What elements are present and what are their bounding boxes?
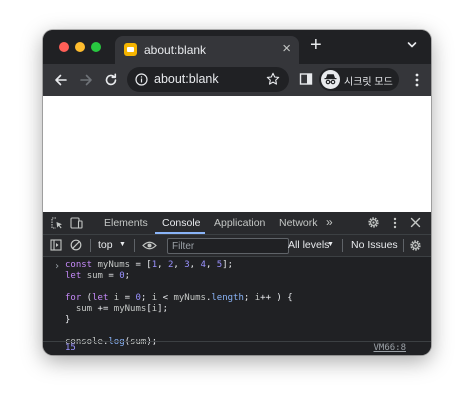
forward-arrow-icon[interactable] <box>78 72 94 88</box>
console-output[interactable]: › const myNums = [1, 2, 3, 4, 5]; let sum… <box>43 257 431 355</box>
tab-console[interactable]: Console <box>162 217 201 229</box>
code-line: } <box>65 315 71 325</box>
toolbar-divider <box>90 239 91 252</box>
clear-console-icon[interactable] <box>70 239 82 251</box>
minimize-window-button[interactable] <box>75 42 85 52</box>
issues-button[interactable]: No Issues <box>351 239 398 251</box>
side-panel-icon[interactable] <box>299 72 313 86</box>
tab-network[interactable]: Network <box>279 217 318 229</box>
incognito-icon <box>321 70 340 89</box>
browser-tab[interactable]: about:blank × <box>115 36 299 64</box>
new-tab-button[interactable]: + <box>310 35 322 55</box>
levels-dropdown-arrow-icon[interactable]: ▼ <box>327 241 334 248</box>
sidebar-toggle-icon[interactable] <box>50 239 62 251</box>
address-bar[interactable]: about:blank <box>127 67 289 92</box>
context-dropdown-arrow-icon[interactable]: ▼ <box>119 241 126 248</box>
devtools-tab-bar: Elements Console Application Network » <box>43 212 431 235</box>
source-link[interactable]: VM66:8 <box>373 343 406 353</box>
page-viewport[interactable] <box>43 96 431 212</box>
address-text: about:blank <box>154 72 219 86</box>
tab-favicon-icon <box>124 43 137 56</box>
tab-elements[interactable]: Elements <box>104 217 148 229</box>
code-line: const myNums = [1, 2, 3, 4, 5]; <box>65 260 234 270</box>
active-tab-indicator <box>155 232 205 234</box>
code-line: sum += myNums[i]; <box>75 304 168 314</box>
reload-icon[interactable] <box>103 72 119 88</box>
toolbar-divider <box>403 239 404 252</box>
tab-title: about:blank <box>144 43 207 57</box>
close-window-button[interactable] <box>59 42 69 52</box>
more-tabs-button[interactable]: » <box>326 215 333 229</box>
code-line: console.log(sum); <box>65 337 158 347</box>
result-divider <box>43 341 431 342</box>
filter-input[interactable] <box>167 238 289 254</box>
incognito-label: 시크릿 모드 <box>344 77 393 88</box>
chevron-down-icon[interactable] <box>407 40 417 50</box>
log-levels-dropdown[interactable]: All levels <box>288 239 329 251</box>
tab-strip: about:blank × + <box>43 30 431 64</box>
zoom-window-button[interactable] <box>91 42 101 52</box>
eye-icon[interactable] <box>142 240 157 251</box>
incognito-button[interactable]: 시크릿 모드 <box>319 68 399 91</box>
console-toolbar: top ▼ All levels ▼ No Issues <box>43 235 431 257</box>
toolbar-divider <box>134 239 135 252</box>
device-toolbar-icon[interactable] <box>70 217 83 229</box>
inspect-element-icon[interactable] <box>51 217 63 229</box>
devtools-menu-icon[interactable] <box>393 217 397 229</box>
browser-window: about:blank × + about:blank 시크릿 모드 Eleme… <box>43 30 431 355</box>
info-icon[interactable] <box>135 73 148 86</box>
tab-close-button[interactable]: × <box>282 41 291 57</box>
code-line: for (let i = 0; i < myNums.length; i++ )… <box>65 293 293 303</box>
console-prompt-chevron-icon: › <box>54 261 61 272</box>
console-code-input[interactable]: const myNums = [1, 2, 3, 4, 5]; let sum =… <box>65 260 293 348</box>
tab-application[interactable]: Application <box>214 217 265 229</box>
devtools-panel: Elements Console Application Network » t… <box>43 212 431 355</box>
back-arrow-icon[interactable] <box>53 72 69 88</box>
menu-dots-icon[interactable] <box>415 73 419 87</box>
console-settings-gear-icon[interactable] <box>409 239 422 252</box>
console-result: 15 <box>65 343 76 353</box>
toolbar: about:blank 시크릿 모드 <box>43 64 431 96</box>
toolbar-divider <box>342 239 343 252</box>
context-selector[interactable]: top <box>98 239 113 251</box>
close-devtools-icon[interactable] <box>410 217 421 228</box>
star-icon[interactable] <box>266 72 280 86</box>
settings-gear-icon[interactable] <box>367 216 380 229</box>
code-line: let sum = 0; <box>65 271 131 281</box>
